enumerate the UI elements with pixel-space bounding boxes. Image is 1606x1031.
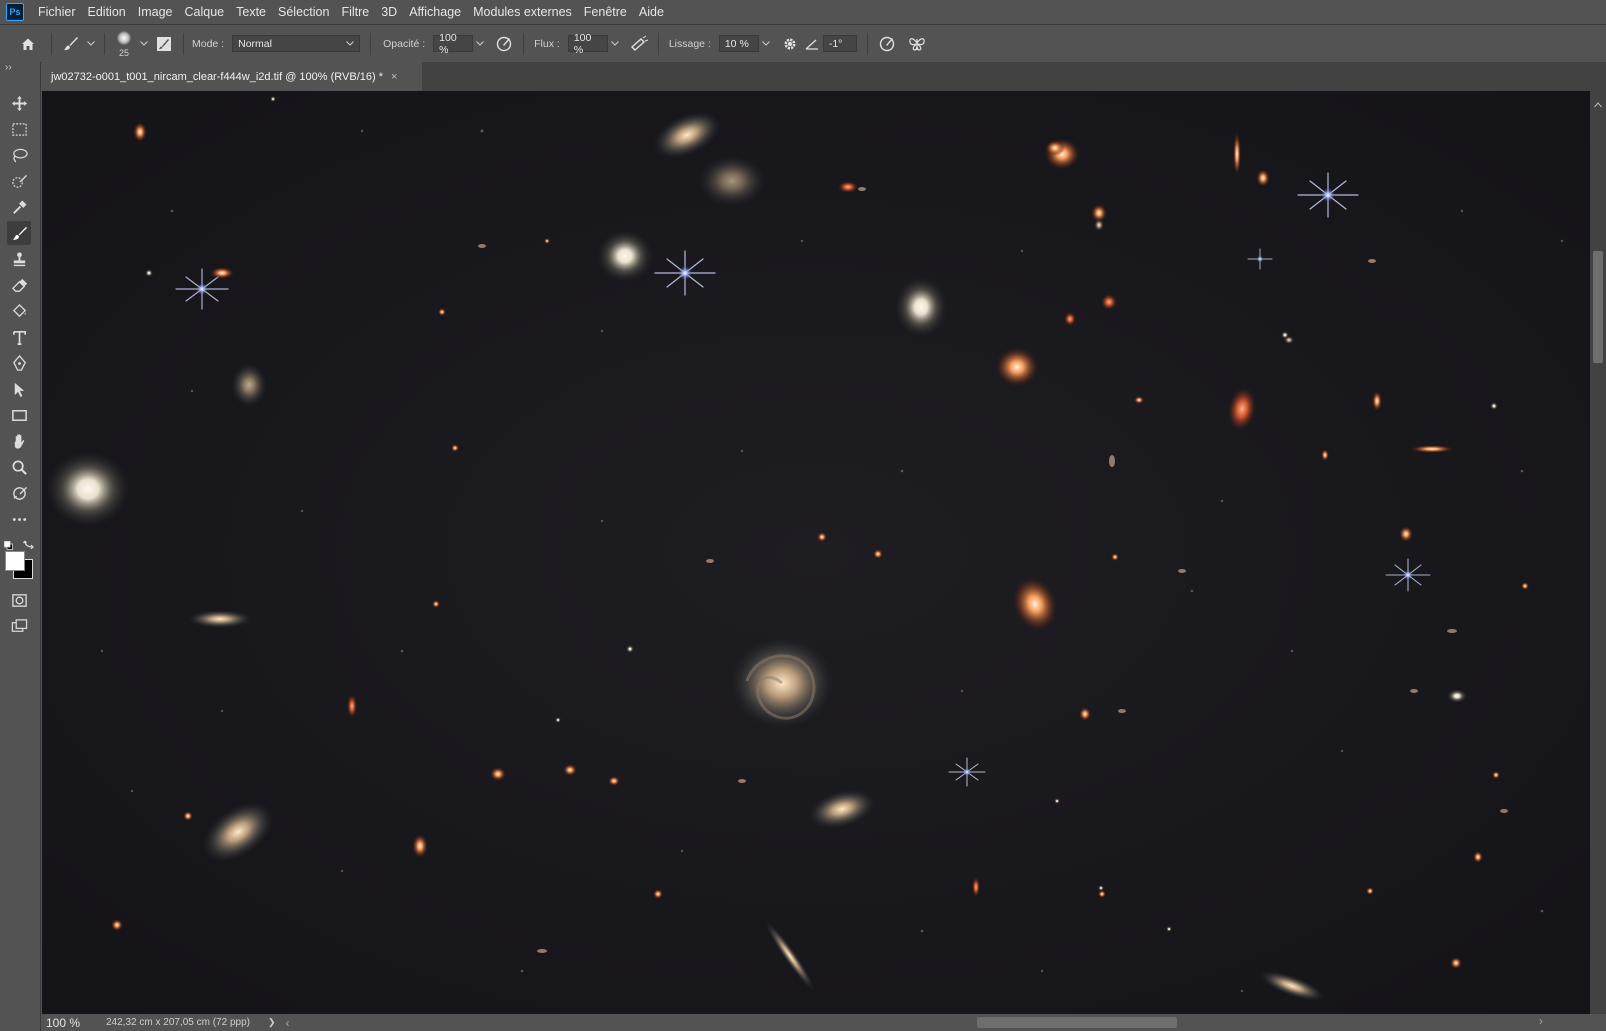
scroll-up-arrow-icon[interactable] [1594, 95, 1602, 108]
status-menu-arrow-icon[interactable]: ❯ [268, 1017, 276, 1028]
brush-preset-caret-icon[interactable] [84, 35, 98, 52]
angle-icon [803, 31, 821, 57]
opacity-label: Opacité : [383, 37, 426, 50]
symmetry-butterfly-icon[interactable] [904, 31, 930, 57]
default-colors-icon[interactable] [4, 537, 13, 550]
close-tab-icon[interactable]: × [391, 71, 397, 83]
path-selection-tool-icon[interactable] [7, 377, 31, 401]
zoom-tool-icon[interactable] [7, 455, 31, 479]
tools-panel: ›› [0, 62, 41, 1031]
document-tab-bar: jw02732-o001_t001_nircam_clear-f444w_i2d… [42, 62, 1606, 91]
menu-selection[interactable]: Sélection [272, 5, 335, 19]
smoothing-caret-icon[interactable] [759, 35, 773, 52]
vertical-scrollbar[interactable] [1590, 91, 1606, 1014]
airbrush-icon[interactable] [626, 31, 652, 57]
menu-calque[interactable]: Calque [179, 5, 231, 19]
flow-label: Flux : [534, 37, 560, 50]
hand-tool-icon[interactable] [7, 429, 31, 453]
opacity-input[interactable]: 100 % [433, 32, 474, 56]
menu-edition[interactable]: Edition [82, 5, 132, 19]
rectangle-tool-icon[interactable] [7, 403, 31, 427]
pressure-size-icon[interactable] [874, 31, 900, 57]
foreground-color-swatch[interactable] [5, 551, 25, 571]
flow-caret-icon[interactable] [608, 35, 622, 52]
menu-fichier[interactable]: Fichier [32, 5, 82, 19]
menu-modules-externes[interactable]: Modules externes [467, 5, 578, 19]
smoothing-label: Lissage : [668, 37, 711, 50]
menu-bar: Ps Fichier Edition Image Calque Texte Sé… [0, 0, 1606, 24]
document-size-info: 242,32 cm x 207,05 cm (72 ppp) [106, 1017, 250, 1028]
smoothing-options-gear-icon[interactable] [777, 31, 803, 57]
edit-toolbar-icon[interactable] [7, 481, 31, 505]
menu-filtre[interactable]: Filtre [335, 5, 375, 19]
brush-settings-panel-icon[interactable] [151, 31, 177, 57]
document-tab[interactable]: jw02732-o001_t001_nircam_clear-f444w_i2d… [42, 62, 422, 91]
swap-colors-icon[interactable] [23, 536, 35, 550]
brush-size-caret-icon[interactable] [137, 35, 151, 52]
mode-label: Mode : [192, 37, 225, 50]
deep-field-image [46, 96, 1564, 1001]
quick-selection-tool-icon[interactable] [7, 169, 31, 193]
zoom-level-field[interactable]: 100 % [42, 1016, 96, 1030]
lasso-tool-icon[interactable] [7, 143, 31, 167]
type-tool-icon[interactable] [7, 325, 31, 349]
opacity-caret-icon[interactable] [473, 35, 487, 52]
scroll-left-arrow-icon[interactable]: ‹ [286, 1016, 290, 1030]
angle-input[interactable]: -1° [822, 35, 857, 52]
quick-mask-icon[interactable] [7, 588, 31, 612]
document-canvas[interactable] [42, 91, 1590, 1014]
paint-bucket-tool-icon[interactable] [7, 299, 31, 323]
mode-dropdown[interactable]: Normal [232, 35, 361, 52]
pressure-opacity-icon[interactable] [491, 31, 517, 57]
brush-size-picker[interactable]: 25 [111, 28, 137, 60]
document-tab-title: jw02732-o001_t001_nircam_clear-f444w_i2d… [51, 70, 383, 83]
menu-affichage[interactable]: Affichage [403, 5, 467, 19]
more-tools-icon[interactable] [7, 507, 31, 531]
home-icon[interactable] [15, 31, 41, 57]
menu-aide[interactable]: Aide [633, 5, 670, 19]
toolbar-expand-icon[interactable]: ›› [5, 62, 12, 73]
menu-image[interactable]: Image [132, 5, 179, 19]
brush-tip-icon [117, 30, 131, 45]
clone-stamp-tool-icon[interactable] [7, 247, 31, 271]
horizontal-scroll-thumb[interactable] [977, 1017, 1177, 1028]
brush-size-value: 25 [118, 47, 129, 58]
brush-preset-icon[interactable] [58, 31, 84, 57]
mode-value: Normal [238, 37, 272, 50]
flow-input[interactable]: 100 % [567, 32, 608, 56]
move-tool-icon[interactable] [7, 91, 31, 115]
menu-3d[interactable]: 3D [375, 5, 403, 19]
pen-tool-icon[interactable] [7, 351, 31, 375]
status-bar: 100 % 242,32 cm x 207,05 cm (72 ppp) ❯ ‹… [42, 1014, 1606, 1031]
eraser-tool-icon[interactable] [7, 273, 31, 297]
options-bar: 25 Mode : Normal Opacité : 100 % Flux : … [0, 24, 1606, 63]
marquee-tool-icon[interactable] [7, 117, 31, 141]
menu-fenetre[interactable]: Fenêtre [578, 5, 633, 19]
chevron-down-icon [346, 41, 354, 46]
brush-tool-icon[interactable] [7, 221, 31, 245]
menu-texte[interactable]: Texte [230, 5, 272, 19]
scroll-right-arrow-icon[interactable]: › [1539, 1014, 1543, 1028]
screen-mode-icon[interactable] [7, 614, 31, 638]
vertical-scroll-thumb[interactable] [1593, 251, 1603, 363]
eyedropper-tool-icon[interactable] [7, 195, 31, 219]
smoothing-input[interactable]: 10 % [718, 35, 759, 52]
photoshop-logo-icon[interactable]: Ps [6, 3, 24, 21]
